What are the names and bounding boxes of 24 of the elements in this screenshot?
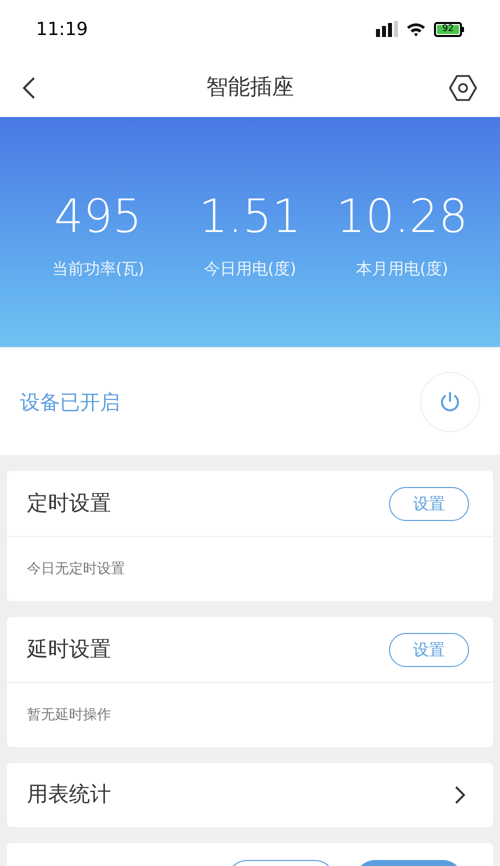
stat-label: 本月用电(度) bbox=[356, 258, 448, 280]
stat-label: 今日用电(度) bbox=[204, 258, 296, 280]
signal-icon bbox=[376, 21, 398, 37]
power-icon bbox=[439, 390, 461, 412]
set-button[interactable]: 设置 bbox=[389, 486, 469, 520]
battery-level: 92 bbox=[442, 24, 454, 34]
card-title: 延时设置 bbox=[27, 636, 111, 663]
chevron-right-icon bbox=[455, 786, 465, 804]
set-button[interactable]: 设置 bbox=[389, 632, 469, 666]
stat-value: 1.51 bbox=[198, 193, 302, 239]
card-title: 用表统计 bbox=[27, 781, 111, 808]
link-card[interactable]: 用表统计 bbox=[7, 763, 493, 827]
card-note: 暂无延时操作 bbox=[27, 706, 111, 724]
settings-icon[interactable] bbox=[448, 72, 478, 102]
back-icon[interactable] bbox=[22, 76, 36, 100]
stat-label: 当前功率(瓦) bbox=[52, 258, 144, 280]
device-status: 设备已开启 bbox=[20, 388, 120, 416]
status-time: 11:19 bbox=[36, 18, 88, 42]
wifi-icon bbox=[406, 21, 426, 37]
stat-value: 10.28 bbox=[336, 193, 468, 239]
card-title: 定时设置 bbox=[27, 490, 111, 517]
stat-value: 495 bbox=[54, 193, 142, 239]
page-title: 智能插座 bbox=[206, 74, 294, 102]
card-note: 今日无定时设置 bbox=[27, 560, 125, 578]
